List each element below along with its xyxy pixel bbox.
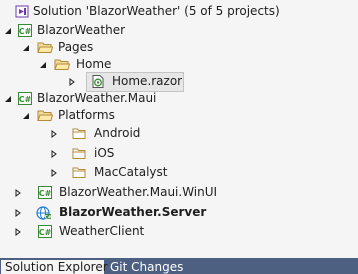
collapsed-arrow-icon[interactable] bbox=[48, 124, 60, 143]
tree-row-platforms[interactable]: Platforms bbox=[0, 106, 352, 125]
folder-open-icon bbox=[54, 58, 70, 71]
tree-row-solution[interactable]: Solution 'BlazorWeather' (5 of 5 project… bbox=[0, 2, 352, 21]
csharp-project-icon: C# bbox=[18, 92, 32, 105]
collapsed-arrow-icon[interactable] bbox=[48, 144, 60, 163]
tree-item-label: Android bbox=[94, 126, 141, 140]
tree-item-label: Platforms bbox=[58, 108, 115, 122]
csharp-project-icon: C# bbox=[38, 225, 52, 238]
svg-text:C#: C# bbox=[19, 95, 32, 104]
csharp-project-icon: C# bbox=[38, 186, 52, 199]
folder-icon bbox=[72, 147, 86, 160]
tree-item-label: WeatherClient bbox=[59, 224, 145, 238]
solution-label: Solution 'BlazorWeather' (5 of 5 project… bbox=[33, 4, 280, 18]
collapsed-arrow-icon[interactable] bbox=[12, 222, 24, 241]
tree-row-maccatalyst[interactable]: MacCatalyst bbox=[0, 163, 352, 182]
folder-open-icon bbox=[37, 109, 53, 122]
tree-row-android[interactable]: Android bbox=[0, 124, 352, 143]
razor-file-icon bbox=[91, 75, 105, 88]
svg-text:C#: C# bbox=[44, 214, 51, 220]
tree-item-label: MacCatalyst bbox=[94, 165, 168, 179]
tree-row-server[interactable]: C# BlazorWeather.Server bbox=[0, 203, 352, 222]
svg-text:C#: C# bbox=[39, 228, 52, 237]
tree-row-winui[interactable]: C# BlazorWeather.Maui.WinUI bbox=[0, 183, 352, 202]
folder-icon bbox=[72, 166, 86, 179]
collapsed-arrow-icon[interactable] bbox=[48, 163, 60, 182]
collapsed-arrow-icon[interactable] bbox=[12, 203, 24, 222]
collapsed-arrow-icon[interactable] bbox=[12, 183, 24, 202]
tree-item-label: BlazorWeather.Server bbox=[59, 205, 207, 219]
tab-git-changes[interactable]: Git Changes bbox=[106, 260, 187, 274]
bottom-tab-bar: Solution Explorer Git Changes bbox=[0, 258, 358, 274]
solution-tree[interactable]: Solution 'BlazorWeather' (5 of 5 project… bbox=[0, 0, 358, 258]
tree-row-weatherclient[interactable]: C# WeatherClient bbox=[0, 222, 352, 241]
folder-icon bbox=[72, 127, 86, 140]
tree-item-label: BlazorWeather.Maui.WinUI bbox=[59, 185, 218, 199]
tree-row-ios[interactable]: iOS bbox=[0, 144, 352, 163]
tab-solution-explorer[interactable]: Solution Explorer bbox=[1, 260, 108, 274]
web-project-icon: C# bbox=[36, 206, 52, 220]
expanded-arrow-icon[interactable] bbox=[20, 106, 32, 125]
svg-text:C#: C# bbox=[19, 27, 32, 36]
folder-open-icon bbox=[37, 41, 53, 54]
svg-text:C#: C# bbox=[39, 189, 52, 198]
solution-explorer-panel: Solution 'BlazorWeather' (5 of 5 project… bbox=[0, 0, 358, 274]
csharp-project-icon: C# bbox=[18, 24, 32, 37]
tree-item-label: iOS bbox=[94, 146, 115, 160]
solution-icon bbox=[15, 5, 29, 18]
